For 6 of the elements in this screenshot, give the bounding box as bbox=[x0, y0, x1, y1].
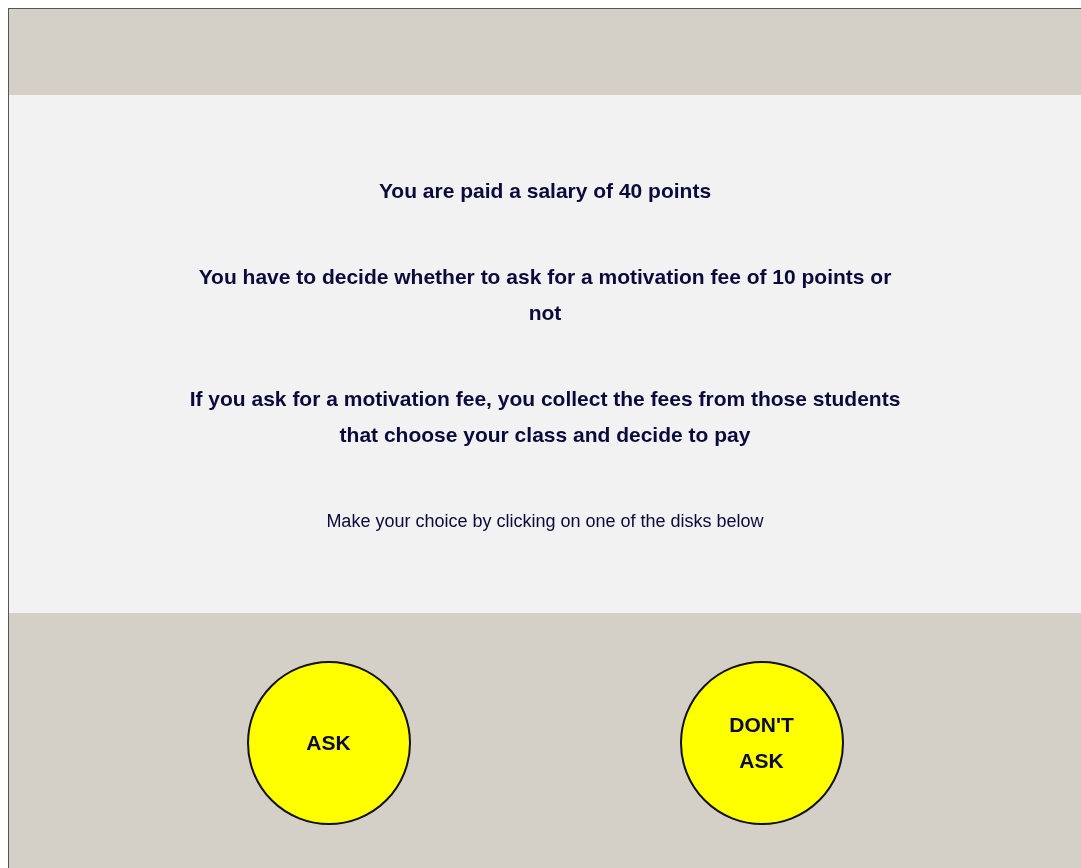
choice-disk[interactable]: DON'T ASK bbox=[679, 661, 844, 825]
statement-text: You are paid a salary of 40 points bbox=[378, 178, 712, 204]
choice-disk[interactable]: ASK bbox=[246, 661, 411, 825]
instruction-text: Make your choice by clicking on one of the disks below bbox=[326, 511, 764, 532]
statement-text: If you ask for a motivation fee, you collect the fees from those students that choose your class and decide to pay bbox=[188, 386, 902, 448]
statement-text: You have to decide whether to ask for a motivation fee of 10 points or not bbox=[197, 264, 893, 326]
